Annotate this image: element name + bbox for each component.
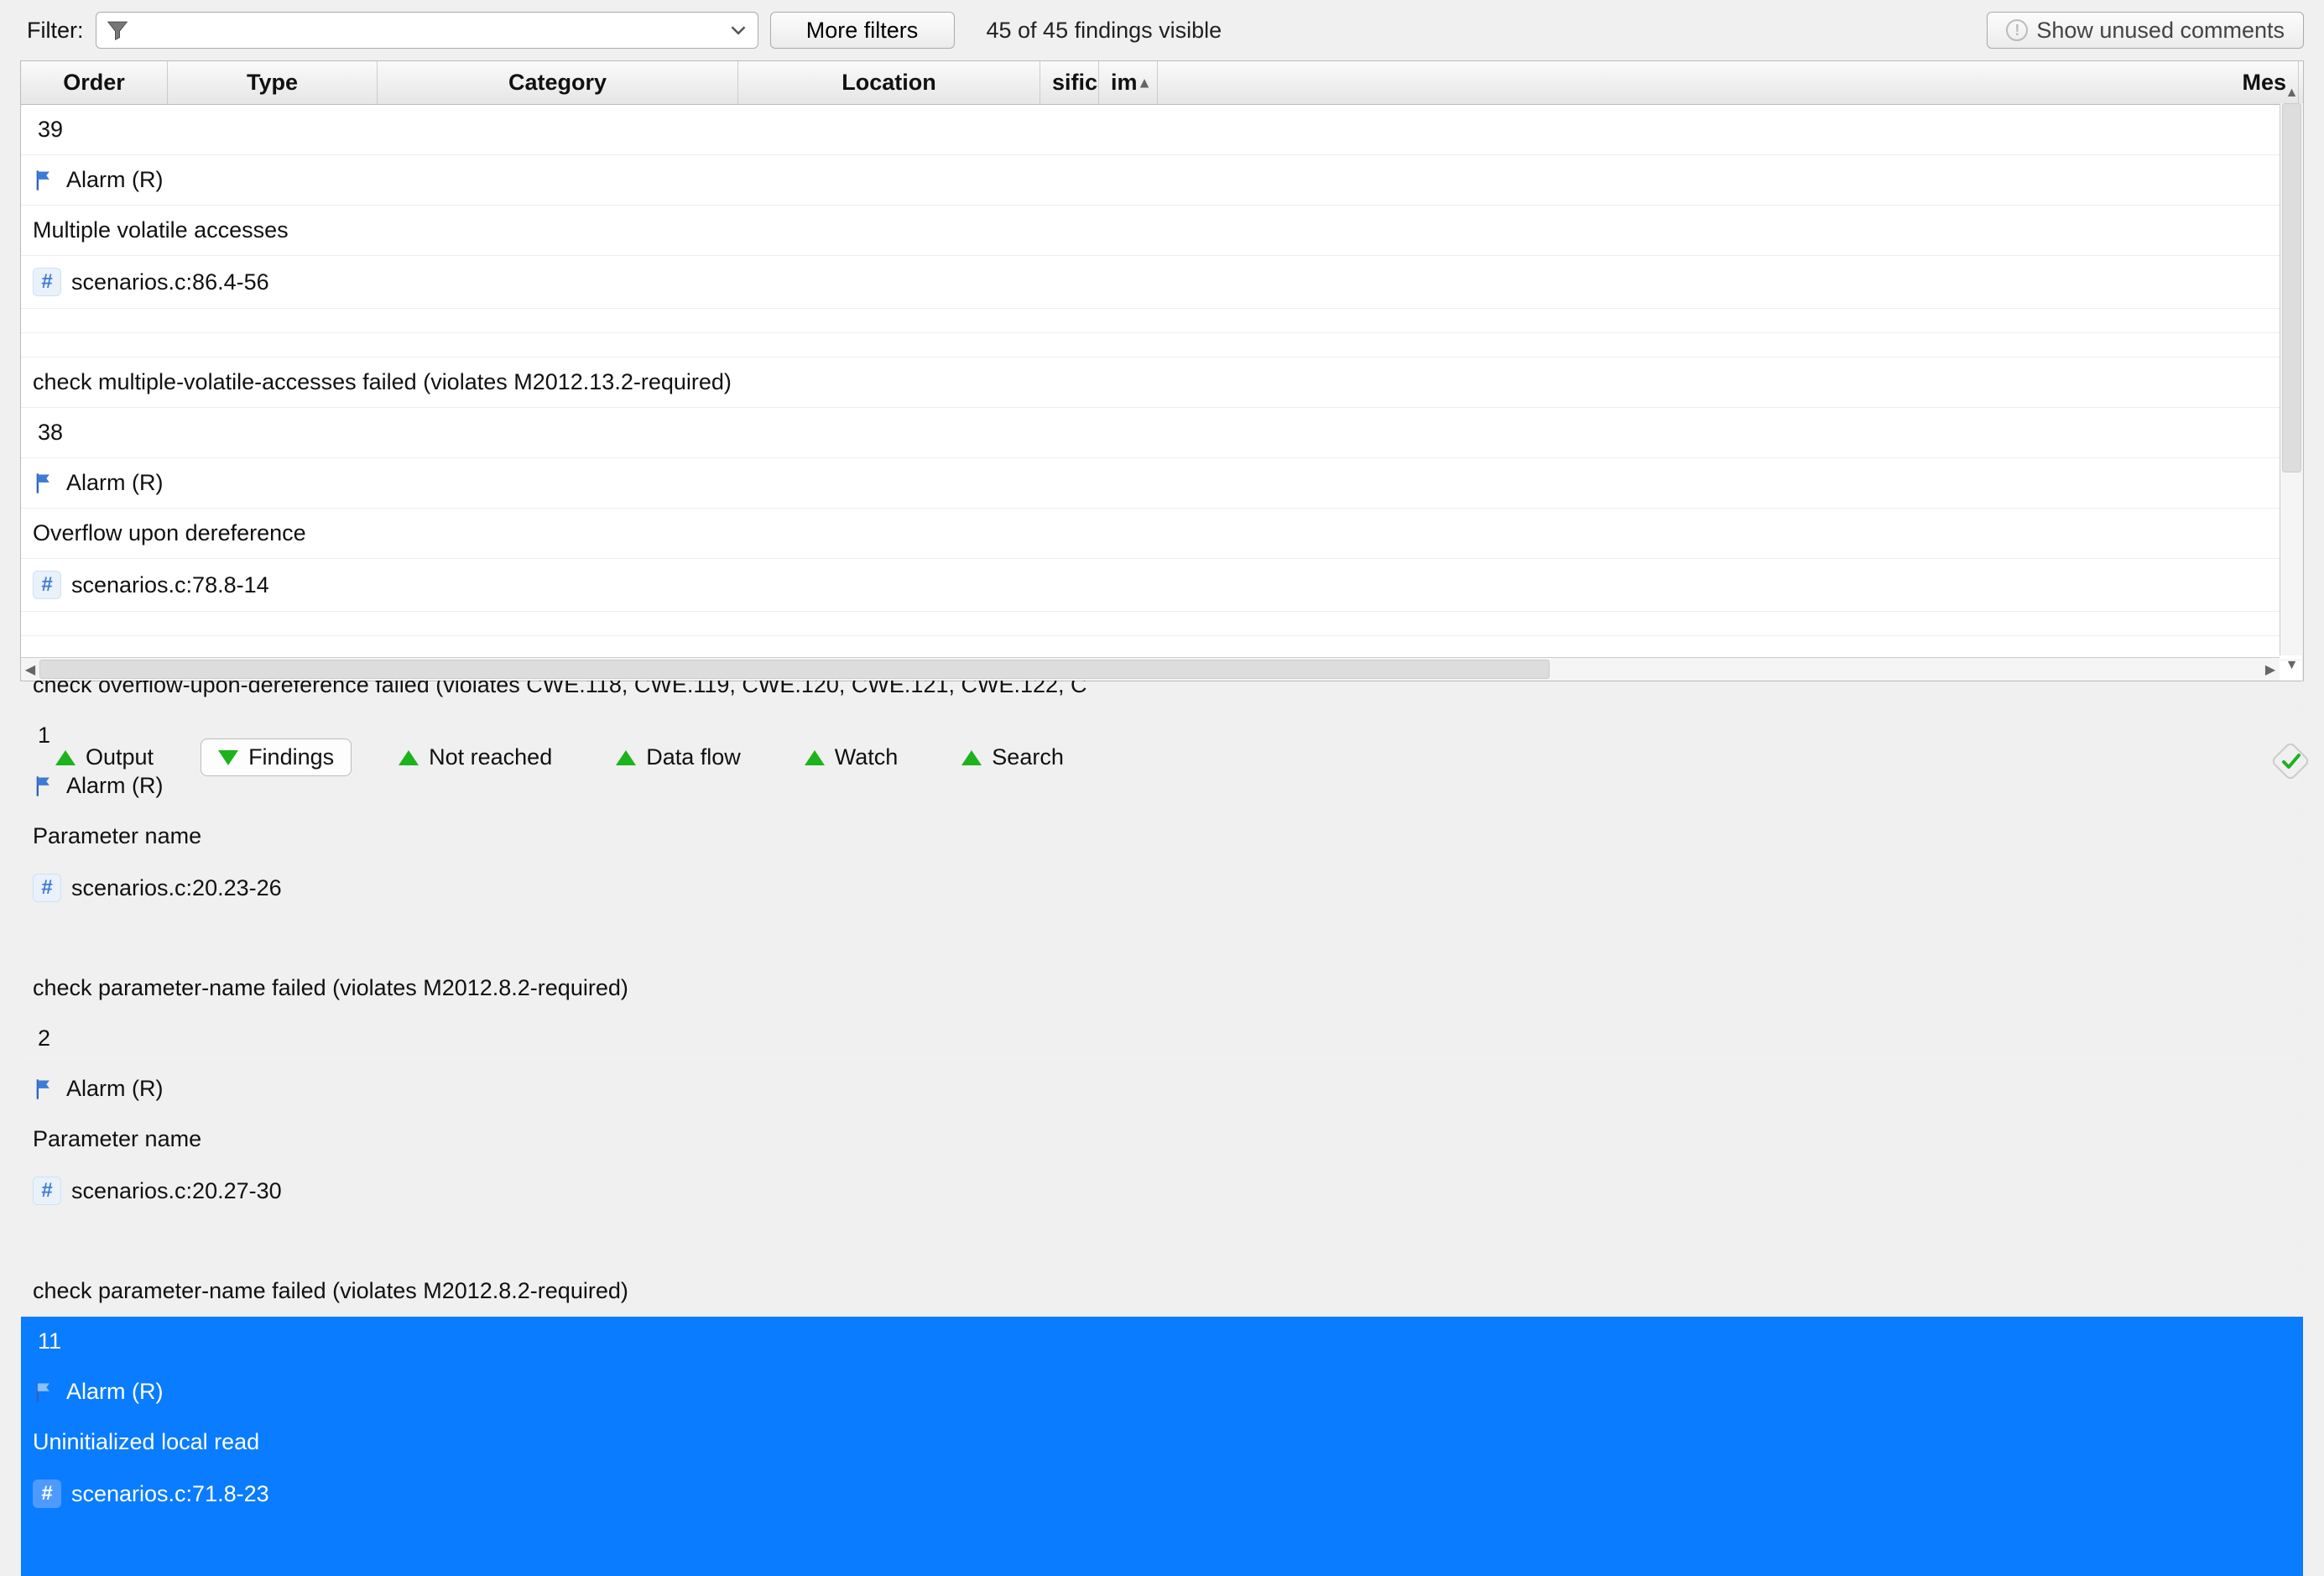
- triangle-up-icon: [961, 750, 982, 765]
- cell-classification: [21, 612, 2303, 636]
- triangle-down-icon: [218, 750, 238, 765]
- tab-not-reached[interactable]: Not reached: [382, 739, 569, 775]
- cell-order: 38: [21, 408, 2303, 458]
- cell-category: Multiple volatile accesses: [21, 206, 2303, 256]
- tab-watch[interactable]: Watch: [788, 739, 915, 775]
- flag-icon: [33, 169, 56, 192]
- cell-classification: [21, 1521, 2303, 1545]
- cell-classification: [21, 1218, 2303, 1242]
- cell-category: Parameter name: [21, 811, 2303, 862]
- goto-source-icon[interactable]: #: [33, 874, 61, 902]
- goto-source-icon[interactable]: #: [33, 1177, 61, 1205]
- cell-message: check multiple-volatile-accesses failed …: [21, 357, 2303, 408]
- horizontal-scroll-thumb[interactable]: [39, 660, 1550, 679]
- table-body: 39Alarm (R)Multiple volatile accesses#sc…: [21, 105, 2303, 1576]
- scroll-right-icon[interactable]: ▶: [2261, 658, 2280, 681]
- col-type[interactable]: Type: [168, 61, 378, 104]
- col-classification[interactable]: sifica: [1040, 61, 1099, 104]
- filter-bar: Filter: More filters 45 of 45 findings v…: [0, 0, 2324, 60]
- tab-label: Output: [86, 744, 154, 770]
- tab-findings[interactable]: Findings: [201, 738, 352, 776]
- col-location[interactable]: Location: [738, 61, 1040, 104]
- cell-classification: [21, 309, 2303, 333]
- cell-order: 11: [21, 1317, 2303, 1367]
- tab-output[interactable]: Output: [39, 739, 170, 775]
- show-unused-label: Show unused comments: [2036, 18, 2285, 44]
- cell-type: Alarm (R): [21, 155, 2303, 206]
- flag-icon: [33, 1078, 56, 1101]
- cell-impact: [21, 939, 2303, 963]
- bottom-tab-bar: Output Findings Not reached Data flow Wa…: [0, 730, 2324, 788]
- goto-source-icon[interactable]: #: [33, 1479, 61, 1508]
- tab-label: Not reached: [429, 744, 552, 770]
- flag-icon: [33, 1380, 56, 1404]
- flag-icon: [33, 472, 56, 495]
- cell-message: check parameter-name failed (violates M2…: [21, 1266, 2303, 1317]
- lightbulb-icon: !: [2006, 19, 2028, 41]
- cell-order: 39: [21, 105, 2303, 155]
- findings-table: Order Type Category Location sifica im▲ …: [20, 60, 2304, 681]
- more-filters-button[interactable]: More filters: [770, 12, 955, 49]
- col-impact[interactable]: im▲: [1099, 61, 1158, 104]
- tab-data-flow[interactable]: Data flow: [599, 739, 758, 775]
- cell-location: #scenarios.c:78.8-14: [21, 559, 2303, 612]
- tab-label: Watch: [835, 744, 899, 770]
- tab-label: Findings: [248, 744, 334, 770]
- goto-source-icon[interactable]: #: [33, 571, 61, 599]
- vertical-scrollbar[interactable]: ▲ ▼: [2280, 103, 2303, 655]
- horizontal-scrollbar[interactable]: ◀ ▶: [21, 657, 2280, 681]
- chevron-down-icon[interactable]: [726, 18, 751, 43]
- triangle-up-icon: [399, 750, 419, 765]
- scroll-up-icon[interactable]: ▲: [2280, 83, 2303, 103]
- cell-category: Uninitialized local read: [21, 1417, 2303, 1468]
- tab-label: Data flow: [646, 744, 741, 770]
- goto-source-icon[interactable]: #: [33, 268, 61, 296]
- findings-count-label: 45 of 45 findings visible: [987, 18, 1222, 44]
- cell-type: Alarm (R): [21, 1367, 2303, 1417]
- status-check-icon: [2272, 743, 2309, 780]
- cell-order: 2: [21, 1014, 2303, 1064]
- triangle-up-icon: [805, 750, 825, 765]
- table-header-row: Order Type Category Location sifica im▲ …: [21, 61, 2303, 105]
- cell-location: #scenarios.c:20.27-30: [21, 1165, 2303, 1218]
- tab-search[interactable]: Search: [945, 739, 1081, 775]
- cell-location: #scenarios.c:20.23-26: [21, 862, 2303, 915]
- vertical-scroll-thumb[interactable]: [2282, 103, 2301, 472]
- triangle-up-icon: [616, 750, 636, 765]
- filter-combobox[interactable]: [96, 12, 758, 49]
- tab-label: Search: [992, 744, 1064, 770]
- col-category[interactable]: Category: [378, 61, 738, 104]
- cell-location: #scenarios.c:86.4-56: [21, 256, 2303, 309]
- cell-category: Overflow upon dereference: [21, 509, 2303, 559]
- triangle-up-icon: [55, 750, 76, 765]
- cell-message: check parameter-name failed (violates M2…: [21, 963, 2303, 1014]
- cell-type: Alarm (R): [21, 458, 2303, 509]
- sort-asc-icon: ▲: [1137, 74, 1152, 91]
- filter-label: Filter:: [27, 18, 84, 44]
- scroll-left-icon[interactable]: ◀: [21, 658, 39, 681]
- cell-message: check uninitialized-local-read failed (v…: [21, 1569, 2303, 1576]
- col-order[interactable]: Order: [21, 61, 168, 104]
- col-message[interactable]: Mes: [1158, 61, 2299, 104]
- funnel-icon: [105, 18, 130, 43]
- cell-classification: [21, 915, 2303, 939]
- show-unused-comments-button[interactable]: ! Show unused comments: [1987, 12, 2304, 49]
- cell-type: Alarm (R): [21, 1064, 2303, 1114]
- scroll-down-icon[interactable]: ▼: [2280, 655, 2303, 676]
- cell-impact: [21, 333, 2303, 357]
- cell-impact: [21, 1545, 2303, 1569]
- cell-location: #scenarios.c:71.8-23: [21, 1468, 2303, 1521]
- app-root: Filter: More filters 45 of 45 findings v…: [0, 0, 2324, 788]
- cell-category: Parameter name: [21, 1114, 2303, 1165]
- cell-impact: [21, 1242, 2303, 1266]
